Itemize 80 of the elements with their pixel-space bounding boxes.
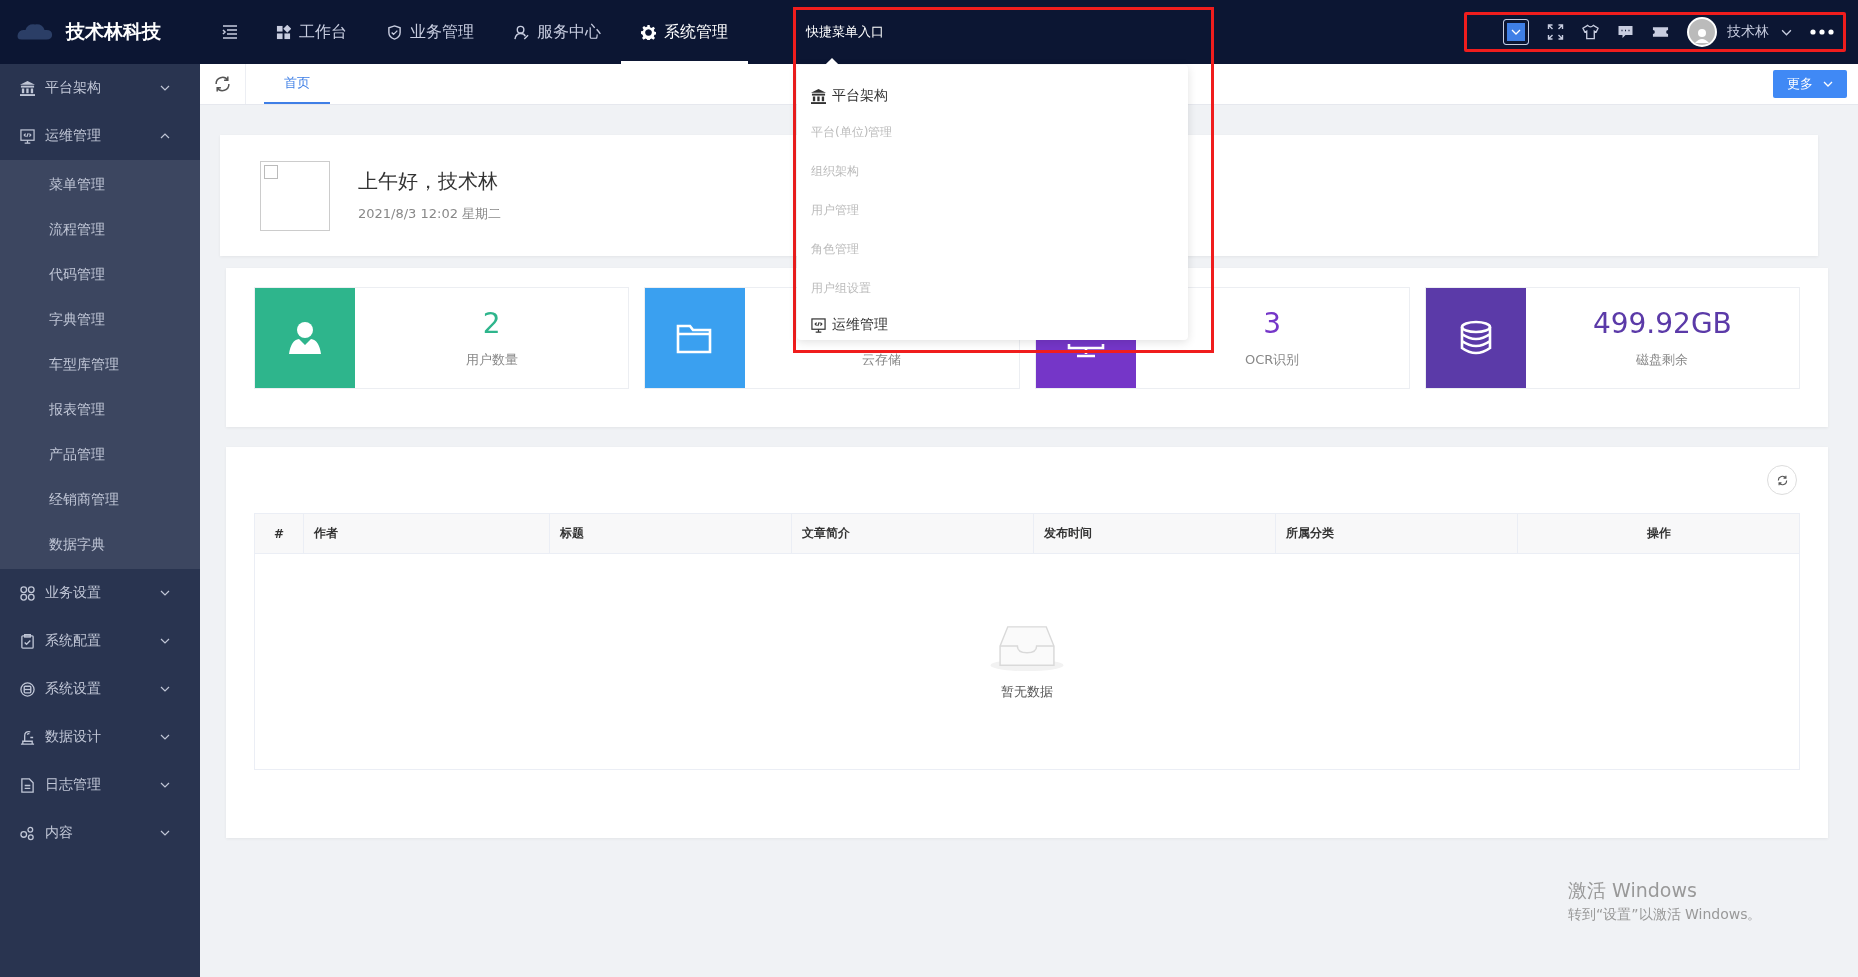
sidebar-group[interactable]: 业务设置 xyxy=(0,569,200,617)
chevron-icon xyxy=(160,830,170,836)
sidebar-item[interactable]: 代码管理 xyxy=(0,252,200,297)
chevron-down-icon[interactable] xyxy=(1781,28,1792,36)
chevron-down-icon xyxy=(1511,29,1521,35)
stat-label: 用户数量 xyxy=(465,351,518,369)
fullscreen-icon[interactable] xyxy=(1547,24,1564,40)
user-icon xyxy=(514,24,529,40)
sidebar-group[interactable]: 平台架构 xyxy=(0,64,200,112)
chevron-icon xyxy=(160,686,170,692)
brand-name: 技术林科技 xyxy=(66,19,161,44)
sidebar-group[interactable]: 运维管理 xyxy=(0,112,200,160)
chevron-icon xyxy=(160,734,170,740)
column-header: 操作 xyxy=(1645,525,1672,542)
nav-tab[interactable]: 工作台 xyxy=(256,0,367,64)
column-header: 标题 xyxy=(550,514,792,553)
shield-icon xyxy=(387,24,402,40)
column-header: 发布时间 xyxy=(1034,514,1276,553)
stat-label: 磁盘剩余 xyxy=(1636,351,1689,369)
dropdown-item[interactable]: 平台架构 xyxy=(797,79,1188,113)
sidebar-item[interactable]: 经销商管理 xyxy=(0,477,200,522)
gear-icon xyxy=(641,24,656,40)
greeting-date: 2021/8/3 12:02 星期二 xyxy=(358,205,502,223)
nav-tab[interactable]: 服务中心 xyxy=(494,0,621,64)
chevron-icon xyxy=(160,638,170,644)
greeting-title: 上午好，技术林 xyxy=(358,168,499,195)
ticket-icon[interactable] xyxy=(1652,24,1669,40)
grid-icon xyxy=(276,24,291,40)
stat-value: 3 xyxy=(1263,307,1282,342)
stat-label: 云存储 xyxy=(862,351,902,369)
sidebar-group[interactable]: 内容 xyxy=(0,809,200,857)
bank-icon xyxy=(20,80,35,96)
chevron-down-icon xyxy=(1823,81,1833,87)
sidebar-item[interactable]: 产品管理 xyxy=(0,432,200,477)
menu-fold-icon[interactable] xyxy=(222,25,238,39)
sidebar-item[interactable]: 报表管理 xyxy=(0,387,200,432)
column-header: 文章简介 xyxy=(792,514,1034,553)
activation-hint: 转到“设置”以激活 Windows。 xyxy=(1568,906,1762,924)
column-header: # xyxy=(255,514,304,553)
sidebar-group[interactable]: 系统设置 xyxy=(0,665,200,713)
broken-image-icon xyxy=(264,164,278,179)
dropdown-toggle-button[interactable] xyxy=(1503,19,1529,45)
monitor-stand-icon xyxy=(1065,344,1106,358)
clover-icon xyxy=(20,585,35,601)
sidebar-item[interactable]: 数据字典 xyxy=(0,522,200,567)
document-icon xyxy=(20,777,35,793)
sidebar-item[interactable]: 菜单管理 xyxy=(0,162,200,207)
column-header: 作者 xyxy=(304,514,550,553)
sidebar-group[interactable]: 数据设计 xyxy=(0,713,200,761)
column-header: 所属分类 xyxy=(1276,514,1518,553)
stat-label: OCR识别 xyxy=(1244,351,1300,369)
chevron-icon xyxy=(160,85,170,91)
chevron-icon xyxy=(160,782,170,788)
database-icon xyxy=(20,681,35,697)
monitor-code-icon xyxy=(811,317,826,333)
quick-menu-link[interactable]: 快捷菜单入口 xyxy=(806,23,884,41)
sidebar-group[interactable]: 系统配置 xyxy=(0,617,200,665)
stat-value: 499.92GB xyxy=(1592,307,1732,342)
sidebar-item[interactable]: 流程管理 xyxy=(0,207,200,252)
clipboard-check-icon xyxy=(20,633,35,649)
stat-value: 2 xyxy=(482,307,501,342)
shirt-icon[interactable] xyxy=(1582,24,1599,40)
user-name[interactable]: 技术林 xyxy=(1727,23,1769,41)
bank-icon xyxy=(811,88,826,104)
sidebar-item[interactable]: 车型库管理 xyxy=(0,342,200,387)
monitor-code-icon xyxy=(20,128,35,144)
avatar-icon[interactable] xyxy=(1687,17,1717,47)
nav-tab[interactable]: 业务管理 xyxy=(367,0,494,64)
chevron-icon xyxy=(160,133,170,139)
page-tab[interactable]: 首页 xyxy=(264,64,330,104)
activation-title: 激活 Windows xyxy=(1568,878,1698,903)
chevron-icon xyxy=(160,590,170,596)
refresh-icon xyxy=(1776,474,1788,486)
gears-icon xyxy=(20,825,35,841)
more-icon[interactable] xyxy=(1810,29,1834,35)
message-icon[interactable] xyxy=(1617,24,1634,40)
sidebar-item[interactable]: 字典管理 xyxy=(0,297,200,342)
empty-state-text: 暂无数据 xyxy=(1001,682,1053,701)
sidebar-group[interactable]: 日志管理 xyxy=(0,761,200,809)
dropdown-item[interactable]: 运维管理 xyxy=(797,308,1188,342)
